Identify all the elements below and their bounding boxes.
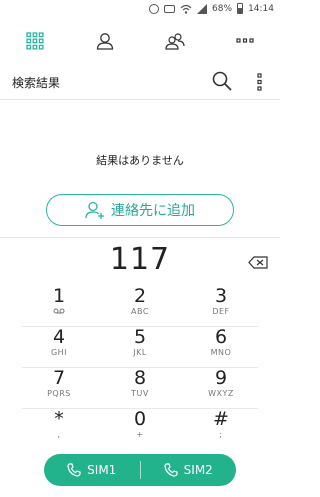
- more-dots-icon: [236, 38, 254, 43]
- voicemail-icon: [24, 307, 94, 318]
- group-icon: [165, 33, 185, 50]
- key-6[interactable]: 6 MNO: [186, 327, 256, 367]
- tab-more[interactable]: [210, 20, 280, 62]
- wifi-icon: [180, 4, 192, 14]
- dial-keypad: 1 2 ABC 3 DEF 4 GHI 5 JKL 6 MNO 7 PQRS 8…: [0, 286, 280, 450]
- call-sim1-button[interactable]: SIM1: [44, 454, 140, 486]
- tab-groups[interactable]: [140, 20, 210, 62]
- add-contact-button[interactable]: 連絡先に追加: [46, 194, 234, 226]
- key-5[interactable]: 5 JKL: [105, 327, 175, 367]
- key-hash[interactable]: # ;: [186, 409, 256, 449]
- add-contact-label: 連絡先に追加: [111, 203, 195, 219]
- message-icon: [164, 4, 176, 13]
- signal-icon: [197, 3, 208, 14]
- call-sim2-button[interactable]: SIM2: [141, 454, 237, 486]
- backspace-icon[interactable]: [248, 256, 268, 269]
- phone-icon: [164, 463, 178, 477]
- key-3[interactable]: 3 DEF: [186, 286, 256, 326]
- alarm-icon: [149, 3, 160, 14]
- key-4[interactable]: 4 GHI: [24, 327, 94, 367]
- status-bar: 68% 14:14: [0, 0, 280, 20]
- key-9[interactable]: 9 WXYZ: [186, 368, 256, 408]
- call-button-bar: SIM1 SIM2: [44, 454, 236, 486]
- top-tabs: [0, 20, 280, 62]
- sim2-label: SIM2: [183, 463, 213, 477]
- key-0[interactable]: 0 +: [105, 409, 175, 449]
- sim1-label: SIM1: [87, 463, 117, 477]
- key-2[interactable]: 2 ABC: [105, 286, 175, 326]
- key-7[interactable]: 7 PQRS: [24, 368, 94, 408]
- battery-percent: 68%: [212, 3, 233, 14]
- key-8[interactable]: 8 TUV: [105, 368, 175, 408]
- add-person-icon: [85, 201, 104, 219]
- key-star[interactable]: * ,: [24, 409, 94, 449]
- search-icon[interactable]: [211, 70, 233, 92]
- person-icon: [96, 33, 114, 50]
- key-1[interactable]: 1: [24, 286, 94, 326]
- phone-icon: [67, 463, 81, 477]
- dialed-number: 117: [109, 242, 171, 277]
- divider: [0, 237, 280, 238]
- tab-dialpad[interactable]: [0, 20, 70, 62]
- tab-contacts[interactable]: [70, 20, 140, 62]
- battery-icon: [237, 3, 244, 14]
- overflow-menu-icon[interactable]: [255, 72, 265, 92]
- page-title: 検索結果: [12, 76, 61, 90]
- grid-icon: [26, 32, 44, 50]
- search-results-header: 検索結果: [0, 64, 280, 100]
- status-time: 14:14: [248, 3, 274, 14]
- empty-results-message: 結果はありません: [96, 154, 184, 167]
